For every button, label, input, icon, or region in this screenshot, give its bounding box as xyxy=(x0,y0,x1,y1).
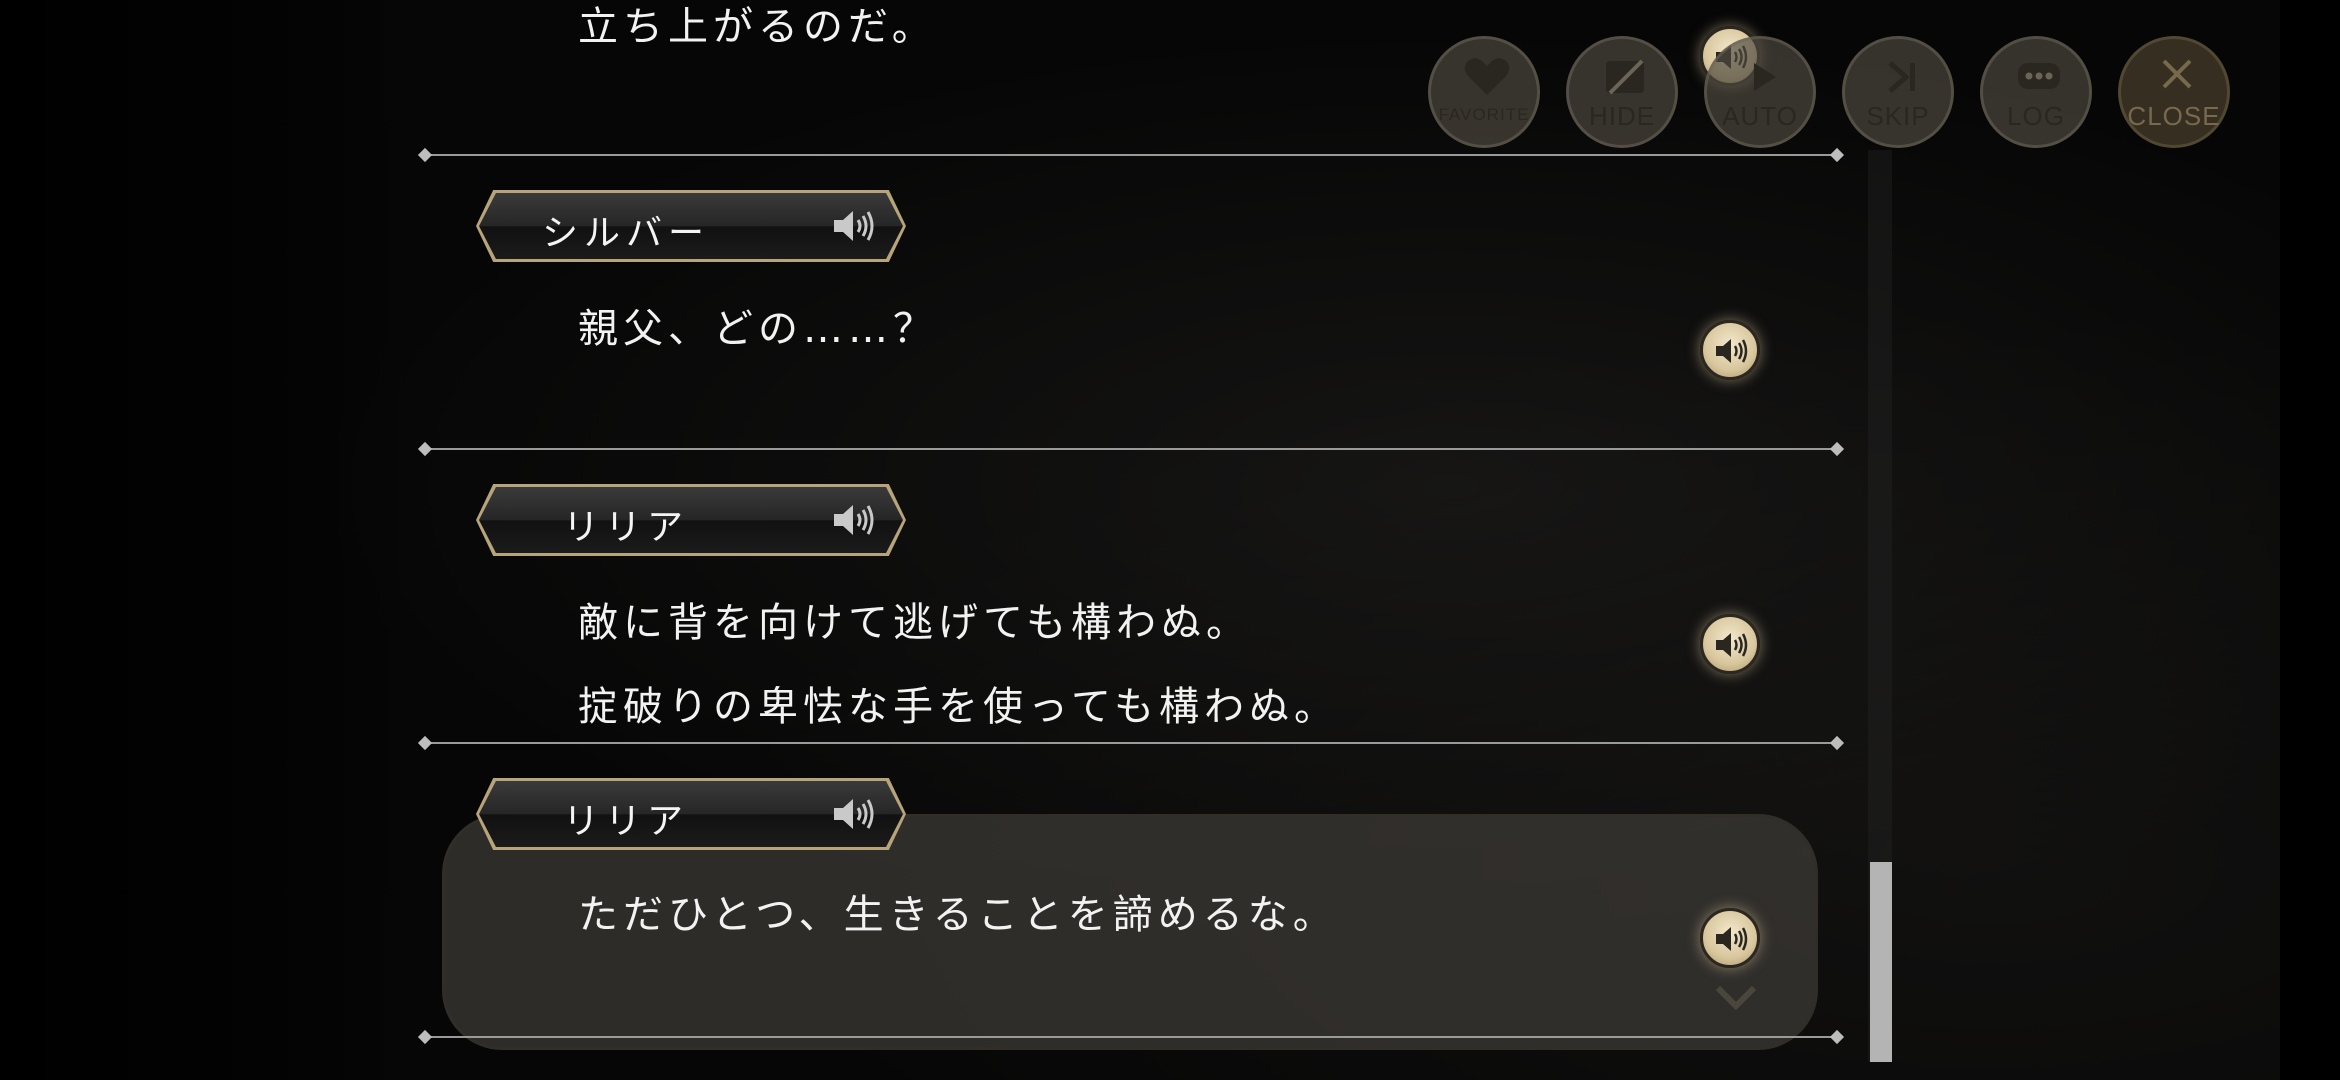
voice-replay-button[interactable] xyxy=(1700,320,1760,380)
speaker-icon[interactable] xyxy=(832,500,876,540)
auto-label: AUTO xyxy=(1722,101,1798,131)
skip-label: SKIP xyxy=(1866,101,1930,131)
speaker-icon[interactable] xyxy=(832,794,876,834)
voice-replay-button[interactable] xyxy=(1700,614,1760,674)
background-fade-right xyxy=(2280,0,2340,1080)
speaker-name: リリア xyxy=(562,507,689,548)
log-divider xyxy=(424,154,1838,156)
close-label: CLOSE xyxy=(2127,101,2221,131)
speaker-icon xyxy=(1716,633,1748,657)
speaker-name: リリア xyxy=(562,801,689,842)
speaker-name-plate: シルバー xyxy=(476,190,906,262)
log-button[interactable]: LOG xyxy=(1980,36,2092,148)
favorite-label: FAVORITE xyxy=(1438,105,1530,124)
log-divider xyxy=(424,742,1838,744)
log-label: LOG xyxy=(2007,101,2065,131)
backlog-screen: 立ち上がるのだ。 シルバー 親父、どの……？ リリア 敵に背を向けて逃げても構わ… xyxy=(0,0,2340,1080)
close-icon xyxy=(2162,59,2192,89)
log-partial-line: 立ち上がるのだ。 xyxy=(578,4,937,50)
skip-button[interactable]: SKIP xyxy=(1842,36,1954,148)
speaker-icon[interactable] xyxy=(832,206,876,246)
log-line: ただひとつ、生きることを諦めるな。 xyxy=(578,892,1338,938)
auto-icon xyxy=(1754,63,1776,91)
auto-button[interactable]: AUTO xyxy=(1704,36,1816,148)
skip-icon xyxy=(1888,61,1915,93)
log-line: 敵に背を向けて逃げても構わぬ。 xyxy=(578,600,1251,646)
heart-icon xyxy=(1464,58,1510,95)
log-line: 親父、どの……？ xyxy=(578,306,938,352)
speaker-name-plate: リリア xyxy=(476,484,906,556)
speaker-name-plate: リリア xyxy=(476,778,906,850)
speaker-name: シルバー xyxy=(541,213,710,254)
speaker-icon xyxy=(1716,927,1748,951)
close-button[interactable]: CLOSE xyxy=(2118,36,2230,148)
hide-label: HIDE xyxy=(1588,101,1656,131)
log-divider xyxy=(424,448,1838,450)
hide-icon xyxy=(1606,59,1644,95)
background-fade-left xyxy=(0,0,420,1080)
log-divider xyxy=(424,1036,1838,1038)
log-line: 掟破りの卑怯な手を使っても構わぬ。 xyxy=(578,684,1339,730)
chat-bubble-icon xyxy=(2018,63,2060,89)
chevron-down-icon xyxy=(1716,985,1756,1010)
speaker-icon xyxy=(1716,339,1748,363)
hide-button[interactable]: HIDE xyxy=(1566,36,1678,148)
favorite-button[interactable]: FAVORITE xyxy=(1428,36,1540,148)
scrollbar-thumb[interactable] xyxy=(1870,862,1892,1062)
voice-replay-button[interactable] xyxy=(1700,908,1760,968)
